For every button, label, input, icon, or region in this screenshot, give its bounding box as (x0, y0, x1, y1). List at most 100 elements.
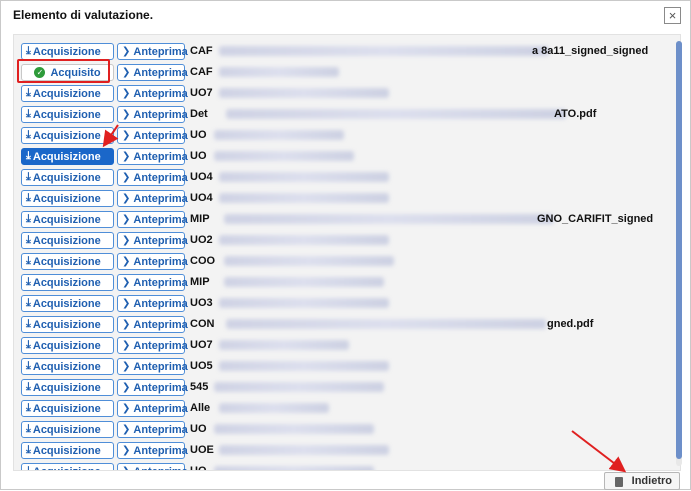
document-list-panel: ⤓ Acquisizione ❯ Anteprima CAF a 8a11_signed_… (13, 34, 681, 471)
acquire-button[interactable]: ⤓Acquisizione (21, 379, 114, 396)
file-name: 545 (190, 381, 209, 393)
redacted-file-name (224, 256, 394, 266)
preview-button[interactable]: ❯Anteprima (117, 211, 188, 228)
preview-button[interactable]: ❯Anteprima (117, 106, 188, 123)
preview-button[interactable]: ❯Anteprima (117, 64, 188, 81)
chevron-right-icon: ❯ (122, 88, 131, 99)
acquire-label: Acquisizione (32, 255, 101, 268)
preview-button[interactable]: ❯Anteprima (117, 85, 188, 102)
redacted-file-name (219, 46, 549, 56)
preview-button[interactable]: ❯Anteprima (117, 253, 188, 270)
redacted-file-name (214, 130, 344, 140)
acquire-button[interactable]: ⤓Acquisizione (21, 211, 114, 228)
close-button[interactable]: × (664, 7, 681, 24)
acquire-button[interactable]: ⤓Acquisizione (21, 442, 114, 459)
redacted-file-name (219, 445, 389, 455)
acquire-button[interactable]: ⤓Acquisizione (21, 232, 114, 249)
acquire-button[interactable]: ⤓Acquisizione (21, 106, 114, 123)
file-name: UO5 (190, 360, 213, 372)
preview-button[interactable]: ❯Anteprima (117, 148, 188, 165)
file-name: UO (190, 129, 207, 141)
acquire-button[interactable]: ⤓Acquisizione (21, 127, 114, 144)
acquire-button[interactable]: ⤓Acquisizione (21, 169, 114, 186)
chevron-right-icon: ❯ (122, 445, 131, 456)
preview-button[interactable]: ❯Anteprima (117, 421, 188, 438)
preview-button[interactable]: ❯Anteprima (117, 190, 188, 207)
acquire-button[interactable]: ⤓Acquisizione (21, 421, 114, 438)
redacted-file-name (219, 235, 389, 245)
acquire-button[interactable]: ⤓Acquisizione (21, 253, 114, 270)
chevron-right-icon: ❯ (122, 382, 131, 393)
chevron-right-icon: ❯ (122, 361, 131, 372)
acquire-button[interactable]: ⤓Acquisizione (21, 274, 114, 291)
preview-button[interactable]: ❯Anteprima (117, 43, 188, 60)
acquire-button[interactable]: ⤓Acquisizione (21, 148, 114, 165)
acquire-button[interactable]: ⤓Acquisizione (21, 463, 114, 470)
download-icon: ⤓ (26, 45, 31, 57)
acquire-button[interactable]: ⤓Acquisizione (21, 295, 114, 312)
redacted-file-name (219, 298, 389, 308)
preview-label: Anteprima (133, 276, 188, 289)
preview-button[interactable]: ❯Anteprima (117, 379, 188, 396)
download-icon: ⤓ (26, 318, 31, 330)
acquire-button[interactable]: ⤓Acquisizione (21, 337, 114, 354)
chevron-right-icon: ❯ (122, 319, 131, 330)
acquire-button[interactable]: ⤓Acquisizione (21, 316, 114, 333)
redacted-file-name (219, 193, 389, 203)
redacted-file-name (224, 277, 384, 287)
door-icon (615, 477, 623, 487)
preview-label: Anteprima (133, 423, 188, 436)
file-name: UO7 (190, 339, 213, 351)
acquire-button[interactable]: ⤓Acquisizione (21, 85, 114, 102)
document-row: ⤓ Acquisizione ❯ Anteprima UO4 (14, 167, 674, 188)
preview-label: Anteprima (133, 234, 188, 247)
back-button-label: Indietro (631, 475, 672, 487)
download-icon: ⤓ (26, 423, 31, 435)
download-icon: ⤓ (26, 402, 31, 414)
download-icon: ⤓ (26, 234, 31, 246)
acquire-button[interactable]: ⤓Acquisizione (21, 400, 114, 417)
back-button[interactable]: Indietro (604, 472, 680, 490)
preview-label: Anteprima (133, 297, 188, 310)
file-name: UO4 (190, 192, 213, 204)
preview-button[interactable]: ❯Anteprima (117, 400, 188, 417)
download-icon: ⤓ (26, 129, 31, 141)
preview-button[interactable]: ❯Anteprima (117, 442, 188, 459)
chevron-right-icon: ❯ (122, 256, 131, 267)
download-icon: ⤓ (26, 87, 31, 99)
acquire-label: Acquisizione (32, 402, 101, 415)
preview-button[interactable]: ❯Anteprima (117, 295, 188, 312)
preview-button[interactable]: ❯Anteprima (117, 169, 188, 186)
preview-button[interactable]: ❯Anteprima (117, 127, 188, 144)
acquire-label: Acquisizione (32, 234, 101, 247)
file-name: Alle (190, 402, 211, 414)
document-row: ⤓ Acquisizione ❯ Anteprima Det ATO.pdf (14, 104, 674, 125)
chevron-right-icon: ❯ (122, 340, 131, 351)
file-name-suffix: gned.pdf (547, 318, 594, 330)
preview-label: Anteprima (133, 192, 188, 205)
chevron-right-icon: ❯ (122, 403, 131, 414)
preview-button[interactable]: ❯Anteprima (117, 337, 188, 354)
document-row: ⤓ Acquisizione ❯ Anteprima MIP GNO_CARIFIT_si… (14, 209, 674, 230)
chevron-right-icon: ❯ (122, 67, 131, 78)
acquire-label: Acquisizione (32, 381, 101, 394)
scrollbar-thumb[interactable] (676, 41, 682, 459)
preview-label: Anteprima (133, 108, 188, 121)
preview-label: Anteprima (133, 150, 188, 163)
acquire-button[interactable]: ⤓Acquisizione (21, 190, 114, 207)
acquire-label: Acquisizione (32, 360, 101, 373)
preview-button[interactable]: ❯Anteprima (117, 274, 188, 291)
acquire-button[interactable]: ⤓Acquisizione (21, 43, 114, 60)
preview-button[interactable]: ❯Anteprima (117, 316, 188, 333)
preview-button[interactable]: ❯Anteprima (117, 463, 188, 470)
file-name: COO (190, 255, 216, 267)
preview-button[interactable]: ❯Anteprima (117, 232, 188, 249)
acquire-button[interactable]: ⤓Acquisizione (21, 358, 114, 375)
chevron-right-icon: ❯ (122, 46, 131, 57)
redacted-file-name (214, 424, 374, 434)
preview-label: Anteprima (133, 213, 188, 226)
acquired-button[interactable]: ✓ Acquisito (21, 64, 114, 81)
preview-label: Anteprima (133, 318, 188, 331)
preview-button[interactable]: ❯Anteprima (117, 358, 188, 375)
download-icon: ⤓ (26, 150, 31, 162)
